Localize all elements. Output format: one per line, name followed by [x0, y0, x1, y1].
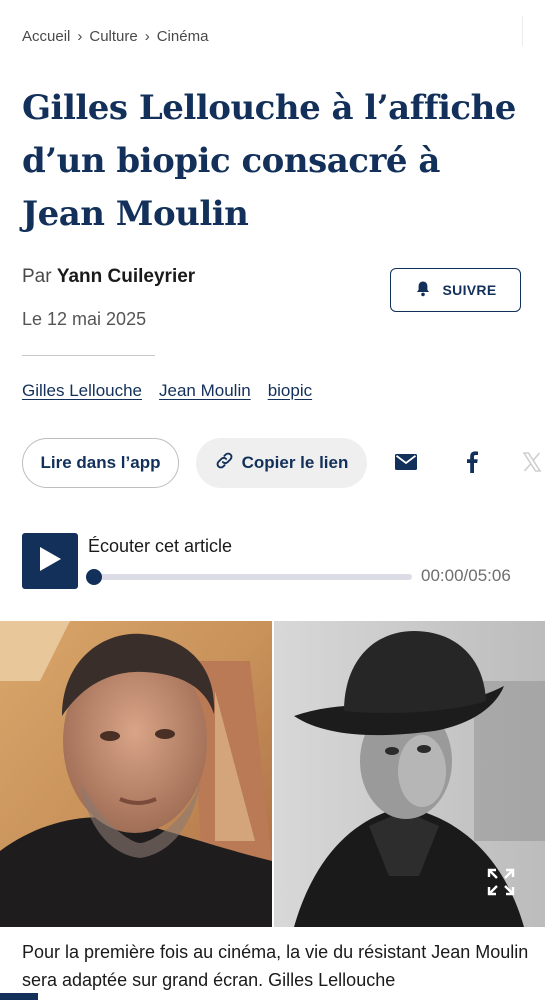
mail-icon [395, 453, 417, 475]
bottom-indicator [0, 993, 38, 1000]
article-lede: Pour la première fois au cinéma, la vie … [22, 942, 529, 990]
share-email-button[interactable] [386, 444, 426, 484]
tag-gilles-lellouche[interactable]: Gilles Lellouche [22, 381, 142, 401]
facebook-icon [466, 450, 478, 478]
byline: Par Yann Cuileyrier [22, 266, 195, 288]
hero-image[interactable] [0, 621, 545, 927]
read-in-app-button[interactable]: Lire dans l’app [22, 438, 179, 488]
breadcrumb: Accueil › Culture › Cinéma [22, 28, 208, 45]
follow-button[interactable]: SUIVRE [390, 268, 521, 312]
byline-prefix: Par [22, 266, 52, 287]
breadcrumb-culture[interactable]: Culture [89, 28, 137, 45]
play-icon [38, 546, 62, 577]
follow-label: SUIVRE [442, 282, 497, 298]
audio-progress-handle[interactable] [86, 569, 102, 585]
author-link[interactable]: Yann Cuileyrier [57, 266, 195, 287]
photo-gilles-lellouche [0, 621, 272, 927]
link-icon [215, 451, 234, 475]
breadcrumb-accueil[interactable]: Accueil [22, 28, 70, 45]
audio-time: 00:00/05:06 [421, 566, 511, 585]
audio-label: Écouter cet article [88, 536, 233, 556]
read-in-app-label: Lire dans l’app [40, 453, 161, 472]
tag-jean-moulin[interactable]: Jean Moulin [159, 381, 251, 401]
expand-icon [485, 868, 517, 902]
share-facebook-button[interactable] [452, 444, 492, 484]
audio-progress-track[interactable] [90, 574, 412, 580]
tag-biopic[interactable]: biopic [268, 381, 312, 401]
breadcrumb-cinema[interactable]: Cinéma [157, 28, 209, 45]
copy-link-button[interactable]: Copier le lien [196, 438, 367, 488]
share-x-button[interactable] [518, 444, 545, 484]
scroll-indicator [522, 16, 523, 46]
bell-icon [415, 280, 431, 300]
chevron-right-icon: › [77, 28, 83, 45]
expand-image-button[interactable] [485, 866, 517, 898]
chevron-right-icon: › [144, 28, 150, 45]
tag-list: Gilles Lellouche Jean Moulin biopic [22, 381, 312, 401]
article-title: Gilles Lellouche à l’affiche d’un biopic… [22, 88, 516, 234]
divider [22, 355, 155, 356]
copy-link-label: Copier le lien [241, 453, 349, 472]
audio-play-button[interactable] [22, 533, 78, 589]
x-icon [522, 451, 542, 477]
action-bar: Lire dans l’app Copier le lien [22, 438, 367, 488]
publish-date: Le 12 mai 2025 [22, 309, 147, 329]
